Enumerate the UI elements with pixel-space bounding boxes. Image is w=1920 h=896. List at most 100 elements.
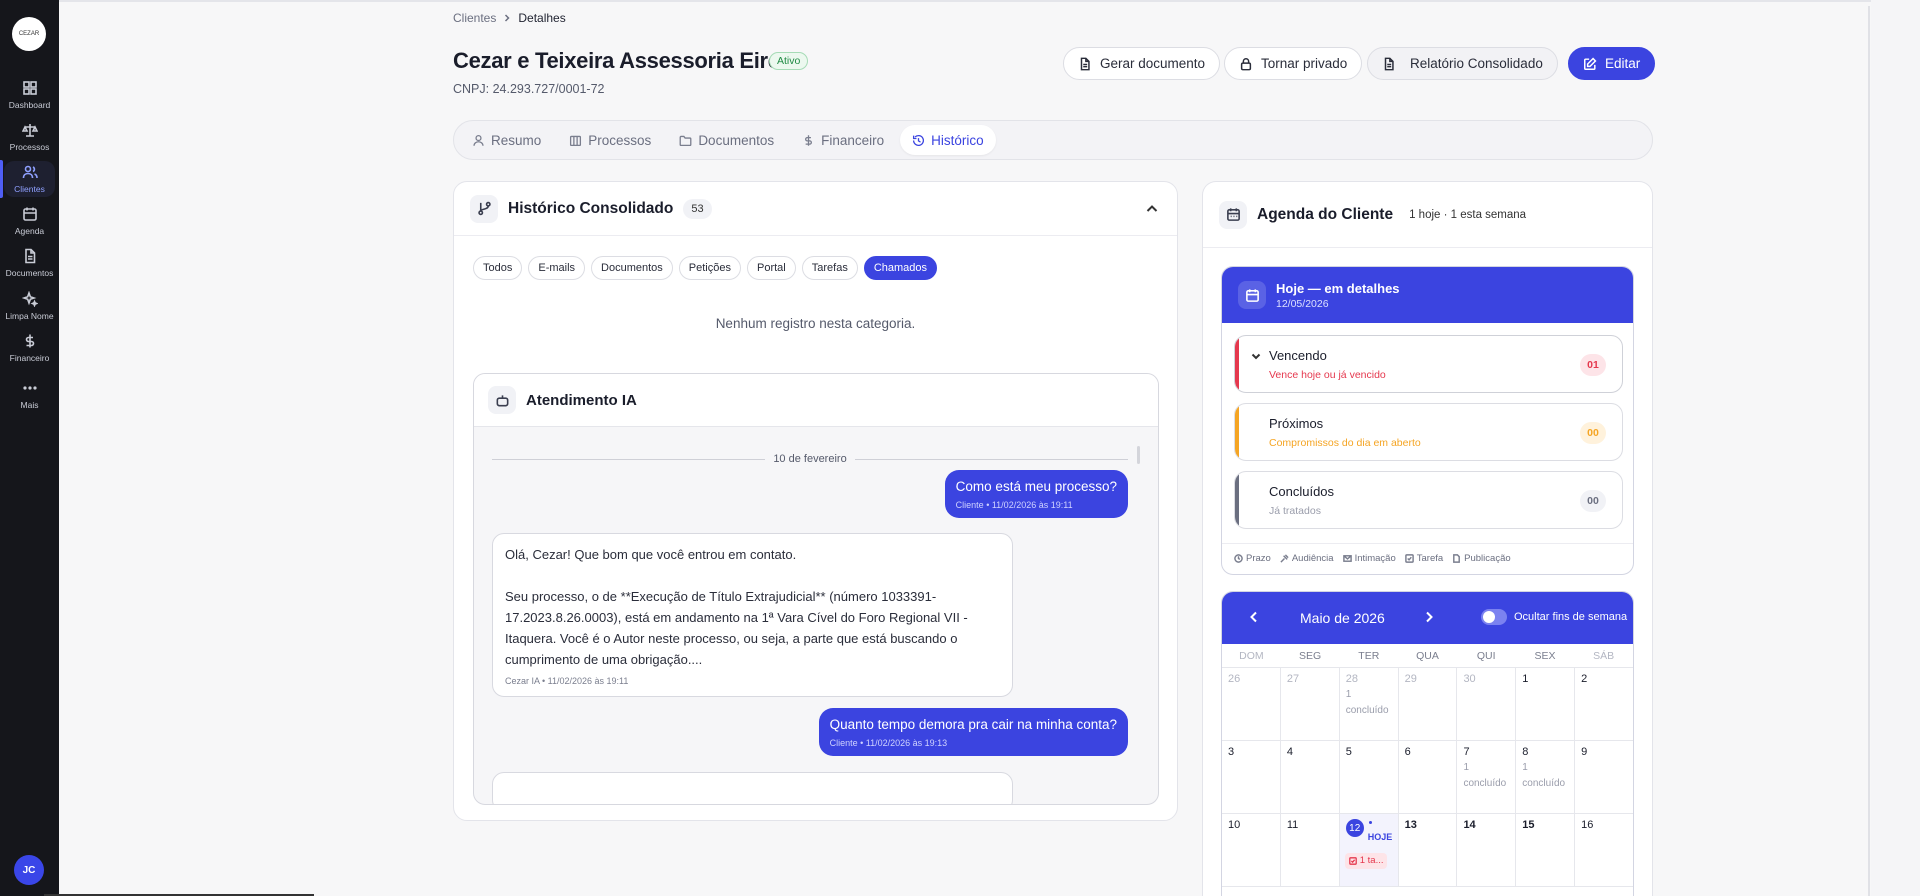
tab-documentos[interactable]: Documentos bbox=[667, 125, 786, 155]
sidebar-item-processos[interactable]: Processos bbox=[0, 122, 59, 162]
history-icon bbox=[913, 134, 925, 146]
chat-message-ai: Olá, Cezar! Que bom que você entrou em c… bbox=[492, 533, 1013, 697]
divider bbox=[854, 458, 1129, 460]
legend-audiencia: Audiência bbox=[1280, 553, 1334, 564]
tab-historico[interactable]: Histórico bbox=[900, 125, 996, 155]
calendar-day[interactable]: 13 bbox=[1399, 814, 1458, 886]
filter-emails[interactable]: E-mails bbox=[528, 256, 586, 280]
calendar-day[interactable]: 15 bbox=[1516, 814, 1576, 886]
chevron-left-icon[interactable] bbox=[1247, 610, 1261, 624]
sidebar-item-clientes[interactable]: Clientes bbox=[0, 160, 59, 204]
calendar-day[interactable]: 28 1 concluído bbox=[1340, 668, 1399, 740]
divider bbox=[1222, 543, 1633, 544]
sidebar-item-agenda[interactable]: Agenda bbox=[0, 206, 59, 246]
event-type-legend: Prazo Audiência Intimação Tarefa Publica… bbox=[1234, 553, 1511, 564]
section-concluidos[interactable]: Concluídos Já tratados 00 bbox=[1234, 471, 1623, 529]
section-vencendo[interactable]: Vencendo Vence hoje ou já vencido 01 bbox=[1234, 335, 1623, 393]
calendar-day[interactable]: 71 concluído bbox=[1457, 741, 1517, 813]
chevron-right-icon[interactable] bbox=[1422, 610, 1436, 624]
sidebar-item-documentos[interactable]: Documentos bbox=[0, 248, 59, 288]
chevron-right-icon bbox=[505, 14, 510, 22]
calendar-week: 26 27 28 1 concluído 29 30 1 2 bbox=[1222, 668, 1633, 741]
users-icon bbox=[22, 165, 38, 179]
day-event-done: 1 concluído bbox=[1522, 762, 1566, 789]
calendar-day[interactable]: 27 bbox=[1281, 668, 1340, 740]
calendar-icon-box bbox=[1238, 281, 1266, 309]
count-badge: 00 bbox=[1580, 422, 1606, 444]
filter-tarefas[interactable]: Tarefas bbox=[801, 256, 858, 280]
more-icon bbox=[22, 386, 37, 390]
detail-tabs: Resumo Processos Documentos Financeiro H… bbox=[453, 120, 1653, 160]
edit-button[interactable]: Editar bbox=[1568, 47, 1656, 80]
calendar-day[interactable]: 14 bbox=[1457, 814, 1517, 886]
breadcrumb-clientes-link[interactable]: Clientes bbox=[453, 11, 496, 25]
calendar-day[interactable]: 1 bbox=[1516, 668, 1576, 740]
tab-resumo[interactable]: Resumo bbox=[460, 125, 553, 155]
chat-scrollbar[interactable] bbox=[1137, 446, 1140, 464]
sidebar-item-dashboard[interactable]: Dashboard bbox=[0, 80, 59, 120]
calendar-week: 10 11 12 HOJE 1 ta... 13 14 15 16 bbox=[1222, 814, 1633, 887]
scale-icon bbox=[570, 135, 582, 146]
ai-chat-panel: Atendimento IA 10 de fevereiro Como está… bbox=[473, 373, 1159, 805]
sidebar-item-financeiro[interactable]: Financeiro bbox=[0, 333, 59, 373]
bot-icon-box bbox=[488, 386, 516, 414]
filter-portal[interactable]: Portal bbox=[747, 256, 796, 280]
filter-todos[interactable]: Todos bbox=[473, 256, 523, 280]
filter-peticoes[interactable]: Petições bbox=[678, 256, 741, 280]
today-dot bbox=[1368, 821, 1372, 824]
chevron-down-icon bbox=[1251, 353, 1261, 360]
generate-document-button[interactable]: Gerar documento bbox=[1063, 47, 1221, 80]
calendar-icon bbox=[22, 207, 37, 221]
today-header: Hoje — em detalhes 12/05/2026 bbox=[1222, 267, 1633, 323]
agenda-title: Agenda do Cliente bbox=[1257, 205, 1394, 223]
calendar-day[interactable]: 29 bbox=[1399, 668, 1458, 740]
gavel-icon bbox=[1280, 554, 1289, 563]
lock-icon bbox=[1240, 57, 1252, 70]
tab-processos[interactable]: Processos bbox=[557, 125, 663, 155]
calendar-day[interactable]: 26 bbox=[1222, 668, 1281, 740]
right-gutter bbox=[1871, 0, 1920, 896]
agenda-card: Agenda do Cliente 1 hoje · 1 esta semana… bbox=[1202, 181, 1653, 896]
chat-message-ai-partial bbox=[492, 772, 1013, 804]
dollar-icon bbox=[25, 334, 34, 348]
calendar-day[interactable]: 5 bbox=[1340, 741, 1399, 813]
day-task-pill[interactable]: 1 ta... bbox=[1344, 853, 1388, 869]
hide-weekends-toggle[interactable] bbox=[1481, 609, 1507, 625]
user-avatar[interactable]: JC bbox=[14, 855, 44, 885]
file-icon bbox=[1080, 57, 1090, 70]
sidebar-item-mais[interactable]: Mais bbox=[0, 380, 59, 420]
calendar-day[interactable]: 6 bbox=[1399, 741, 1458, 813]
make-private-button[interactable]: Tornar privado bbox=[1224, 47, 1363, 80]
calendar-day[interactable]: 2 bbox=[1575, 668, 1633, 740]
agenda-icon-box bbox=[1219, 200, 1247, 229]
section-proximos[interactable]: Próximos Compromissos do dia em aberto 0… bbox=[1234, 403, 1623, 461]
client-cnpj: CNPJ: 24.293.727/0001-72 bbox=[453, 82, 605, 96]
month-calendar: Maio de 2026 Ocultar fins de semana DOM … bbox=[1221, 591, 1634, 896]
day-event-done: 1 concluído bbox=[1463, 762, 1507, 789]
history-header[interactable]: Histórico Consolidado 53 bbox=[454, 182, 1177, 236]
file-icon bbox=[1384, 57, 1394, 70]
edit-icon bbox=[1584, 57, 1597, 70]
sidebar-item-limpa-nome[interactable]: Limpa Nome bbox=[0, 291, 59, 331]
calendar-day-today[interactable]: 12 HOJE 1 ta... bbox=[1339, 814, 1399, 886]
count-badge: 00 bbox=[1580, 490, 1606, 512]
calendar-day[interactable]: 10 bbox=[1222, 814, 1281, 886]
consolidated-report-button[interactable]: Relatório Consolidado bbox=[1367, 47, 1558, 80]
calendar-day[interactable]: 11 bbox=[1281, 814, 1340, 886]
grid-icon bbox=[22, 81, 37, 95]
calendar-day[interactable]: 4 bbox=[1281, 741, 1340, 813]
agenda-header: Agenda do Cliente 1 hoje · 1 esta semana bbox=[1203, 182, 1652, 248]
app-logo[interactable]: CEZAR bbox=[12, 17, 46, 51]
page-scrollbar[interactable] bbox=[1868, 6, 1870, 896]
calendar-day[interactable]: 3 bbox=[1222, 741, 1281, 813]
calendar-day[interactable]: 81 concluído bbox=[1516, 741, 1576, 813]
tab-financeiro[interactable]: Financeiro bbox=[790, 125, 896, 155]
filter-chamados[interactable]: Chamados bbox=[863, 256, 938, 280]
calendar-day[interactable]: 9 bbox=[1575, 741, 1633, 813]
filter-documentos[interactable]: Documentos bbox=[591, 256, 673, 280]
file-icon bbox=[1453, 554, 1461, 563]
sidebar: CEZAR Dashboard Processos Clientes Agend… bbox=[0, 0, 59, 896]
calendar-day[interactable]: 30 bbox=[1457, 668, 1517, 740]
chevron-up-icon[interactable] bbox=[1145, 202, 1159, 216]
calendar-day[interactable]: 16 bbox=[1575, 814, 1633, 886]
